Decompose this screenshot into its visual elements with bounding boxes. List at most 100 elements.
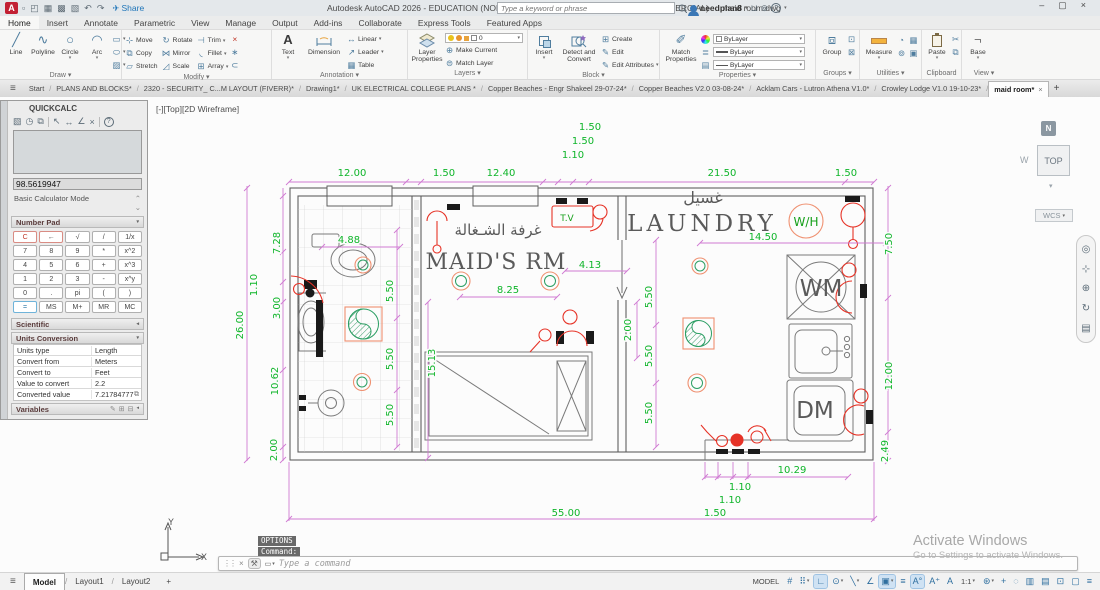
clear-history-icon[interactable]: ◷ [26,116,34,127]
variables-header[interactable]: Variables ✎ ⊞ ⊟ ◂ [11,403,144,415]
rotate-tool[interactable]: ↻ Rotate [162,34,192,47]
calc-key-1[interactable]: 1 [13,273,38,285]
ribbon-tab-add-ins[interactable]: Add-ins [306,16,351,29]
angle-icon[interactable]: ∠ [77,116,85,127]
linetype-dropdown[interactable]: ByLayer ▾ [713,60,805,70]
file-tab-3[interactable]: Drawing1* [301,81,345,97]
clean-screen-icon[interactable]: ▢ [1069,575,1082,588]
quickcalc-input[interactable]: 98.5619947 [13,178,142,190]
collapse-icon[interactable]: ◂ [136,405,139,413]
clear-icon[interactable]: ▧ [13,116,22,127]
scale-tool[interactable]: ◿ Scale [162,60,193,73]
copy-tool[interactable]: ⧉ Copy [125,47,158,60]
workspace-switching-icon[interactable]: ⊛ ▾ [981,575,996,588]
ribbon-tab-view[interactable]: View [183,16,217,29]
scientific-header[interactable]: Scientific ◂ [11,318,144,330]
app-store-icon[interactable]: ⊔ [751,3,758,14]
annotation-monitor-icon[interactable]: + [999,575,1008,588]
file-tab-4[interactable]: UK ELECTRICAL COLLEGE PLANS * [347,81,481,97]
palette-grip[interactable] [1,101,8,419]
group-extra-tool-0[interactable]: ⊡ [847,33,856,45]
intersection-icon[interactable]: × [89,117,94,127]
paste-value-icon[interactable]: ⧉ [37,116,43,127]
signed-in-user[interactable]: needplan8 ▾ [688,3,748,16]
distance-between-points-icon[interactable]: ↔ [64,117,73,127]
lineweight-dropdown[interactable]: ByLayer ▾ [713,47,805,57]
close-button[interactable]: × [1081,0,1086,11]
annotation-visibility-icon[interactable]: A° [909,574,926,589]
close-tab-icon[interactable]: × [1038,82,1042,98]
plot-icon[interactable]: ▧ [71,0,80,16]
calc-key-x^3[interactable]: x^3 [117,259,142,271]
ribbon-tab-annotate[interactable]: Annotate [76,16,126,29]
calc-key-6[interactable]: 6 [65,259,90,271]
insert-block-button[interactable]: Insert ▾ [531,32,557,61]
ribbon-tab-home[interactable]: Home [0,16,39,29]
calc-key-M+[interactable]: M+ [65,301,90,313]
calc-key-2[interactable]: 2 [39,273,64,285]
annotation-scale[interactable]: 1:1 ▾ [958,575,978,588]
calc-key-←[interactable]: ← [39,231,64,243]
save-as-icon[interactable]: ▩ [57,0,66,16]
polyline-tool[interactable]: ∿ Polyline [30,32,56,60]
circle-tool[interactable]: ○ Circle ▾ [57,32,83,61]
restore-button[interactable]: ▢ [1058,0,1067,11]
layout-tab-layout2[interactable]: Layout2 [114,573,158,590]
command-customize-icon[interactable]: ⚒ [247,558,261,569]
command-close-icon[interactable]: × [239,559,244,568]
ribbon-tab-manage[interactable]: Manage [217,16,264,29]
variables-toolbar-icon[interactable]: ⊞ [119,405,125,413]
calc-key-MR[interactable]: MR [91,301,116,313]
clipboard-extra-tool-0[interactable]: ✂ [951,33,960,45]
modify-extra-tool-2[interactable]: ⊂ [230,59,239,71]
isolate-objects-icon[interactable]: ◌ [1011,575,1020,588]
paste-button[interactable]: Paste ▾ [925,32,949,61]
calc-key-C[interactable]: C [13,231,38,243]
ribbon-tab-insert[interactable]: Insert [39,16,76,29]
plot-icon[interactable]: ▤ [1039,575,1052,588]
new-drawing-tab-button[interactable]: + [1049,81,1065,97]
make-current-button[interactable]: ⊕ Make Current [445,44,523,56]
snap-mode-icon[interactable]: ⠿ ▾ [797,575,811,588]
calc-key-9[interactable]: 9 [65,245,90,257]
share-button[interactable]: ✈ Share [112,3,144,14]
calc-key-3[interactable]: 3 [65,273,90,285]
block-create-tool[interactable]: ⊞ Create [601,33,658,45]
new-layout-button[interactable]: + [158,573,179,590]
leader-tool[interactable]: ↗ Leader ▾ [347,46,384,58]
help-icon[interactable]: ? [771,3,782,13]
quickcalc-history-box[interactable] [13,130,142,174]
move-tool[interactable]: ⊹ Move [125,34,158,47]
pan-icon[interactable]: ⊹ [1082,264,1090,275]
calc-key-x^2[interactable]: x^2 [117,245,142,257]
utilities-extra-icon-1[interactable]: ▦ [909,35,918,46]
ribbon-tab-parametric[interactable]: Parametric [126,16,183,29]
viewcube-north-icon[interactable]: N [1041,121,1056,136]
navigation-wheel-icon[interactable]: ◎ [1082,244,1091,255]
ribbon-tab-output[interactable]: Output [264,16,306,29]
ribbon-tab-express-tools[interactable]: Express Tools [410,16,479,29]
arc-tool[interactable]: ◠ Arc ▾ [84,32,110,61]
number-pad-header[interactable]: Number Pad ▾ [11,216,144,228]
object-color-dropdown[interactable]: ByLayer ▾ [713,34,805,44]
calc-key-x^y[interactable]: x^y [117,273,142,285]
graphics-performance-icon[interactable]: ▥ [1024,575,1037,588]
file-tab-5[interactable]: Copper Beaches - Engr Shakeel 29-07-24* [483,81,632,97]
undo-icon[interactable]: ↶ [84,0,92,16]
file-tab-6[interactable]: Copper Beaches V2.0 03-08-24* [634,81,749,97]
group-extra-tool-1[interactable]: ⊠ [847,46,856,58]
collapse-chevrons-icon[interactable]: ⌃ ⌄ [135,194,141,212]
utilities-extra-icon-3[interactable]: ▣ [909,48,918,59]
calc-key-)[interactable]: ) [117,287,142,299]
modify-extra-tool-1[interactable]: ∗ [230,46,239,58]
polar-tracking-icon[interactable]: ⊙ ▾ [830,575,845,588]
file-tabs-menu-icon[interactable]: ≡ [0,83,24,97]
calc-key-√[interactable]: √ [65,231,90,243]
floor-plan-canvas[interactable]: 1.501.501.1012.00 1.50 12.40 21.50 1.5014.50… [0,97,1100,572]
lineweight-icon[interactable]: ≡ [898,575,907,588]
units-row-value[interactable]: 7.21784777 [92,390,134,399]
calc-key-MC[interactable]: MC [117,301,142,313]
file-tab-2[interactable]: 2320 - SECURITY_ C...M LAYOUT (FIVERR)* [139,81,299,97]
units-row-value[interactable]: Meters [92,357,141,366]
detect-and-convert-button[interactable]: Detect and Convert [559,32,599,64]
